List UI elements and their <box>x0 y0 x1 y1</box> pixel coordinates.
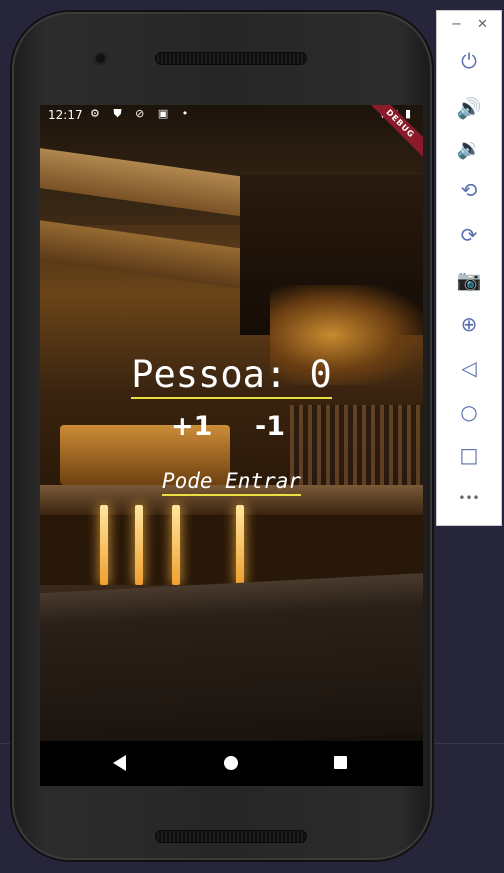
bg-light <box>135 505 143 585</box>
entry-status: Pode Entrar <box>40 469 423 496</box>
entry-status-label: Pode Entrar <box>161 469 302 496</box>
overview-icon[interactable]: □ <box>437 436 501 474</box>
bg-light <box>100 505 108 585</box>
decrement-button[interactable]: -1 <box>255 411 285 442</box>
emulator-toolbar: − ✕ ⏻ 🔊 🔉 ⟲ ⟳ 📷 ⊕ ◁ ○ □ ••• <box>437 11 501 525</box>
rotate-left-icon[interactable]: ⟲ <box>437 171 501 209</box>
status-bar: 12:17 ⚙ ⛊ ⊘ ▣ • ▼◢ ▮ DEBUG <box>40 105 423 161</box>
people-counter: Pessoa: 0 <box>40 353 423 399</box>
people-counter-label: Pessoa: 0 <box>131 353 332 399</box>
counter-buttons: +1 -1 <box>40 411 423 451</box>
minimize-button[interactable]: − <box>451 17 462 32</box>
camera-icon[interactable]: 📷 <box>437 261 501 299</box>
more-icon[interactable]: ••• <box>437 479 501 517</box>
phone-screen: 12:17 ⚙ ⛊ ⊘ ▣ • ▼◢ ▮ DEBUG Pessoa: 0 +1 … <box>40 105 423 786</box>
bottom-speaker <box>155 830 307 843</box>
back-icon[interactable] <box>113 755 126 771</box>
bg-table <box>40 571 423 741</box>
navigation-bar <box>40 741 423 786</box>
bg-light <box>172 505 180 585</box>
increment-button[interactable]: +1 <box>171 411 212 442</box>
front-camera <box>94 52 107 65</box>
bg-beam <box>40 220 250 290</box>
rotate-right-icon[interactable]: ⟳ <box>437 216 501 254</box>
emulator-window-controls: − ✕ <box>437 11 501 39</box>
volume-up-icon[interactable]: 🔊 <box>437 89 501 127</box>
status-time: 12:17 <box>48 108 83 122</box>
home-icon[interactable] <box>224 756 238 770</box>
phone-frame: 12:17 ⚙ ⛊ ⊘ ▣ • ▼◢ ▮ DEBUG Pessoa: 0 +1 … <box>12 12 432 860</box>
back-icon[interactable]: ◁ <box>437 349 501 387</box>
power-icon[interactable]: ⏻ <box>437 42 501 80</box>
close-button[interactable]: ✕ <box>477 17 488 32</box>
volume-down-icon[interactable]: 🔉 <box>437 129 501 167</box>
home-icon[interactable]: ○ <box>437 393 501 431</box>
recents-icon[interactable] <box>334 756 347 769</box>
status-icons-left: ⚙ ⛊ ⊘ ▣ • <box>90 107 194 120</box>
bg-light <box>236 505 244 585</box>
zoom-icon[interactable]: ⊕ <box>437 305 501 343</box>
top-speaker <box>155 52 307 65</box>
